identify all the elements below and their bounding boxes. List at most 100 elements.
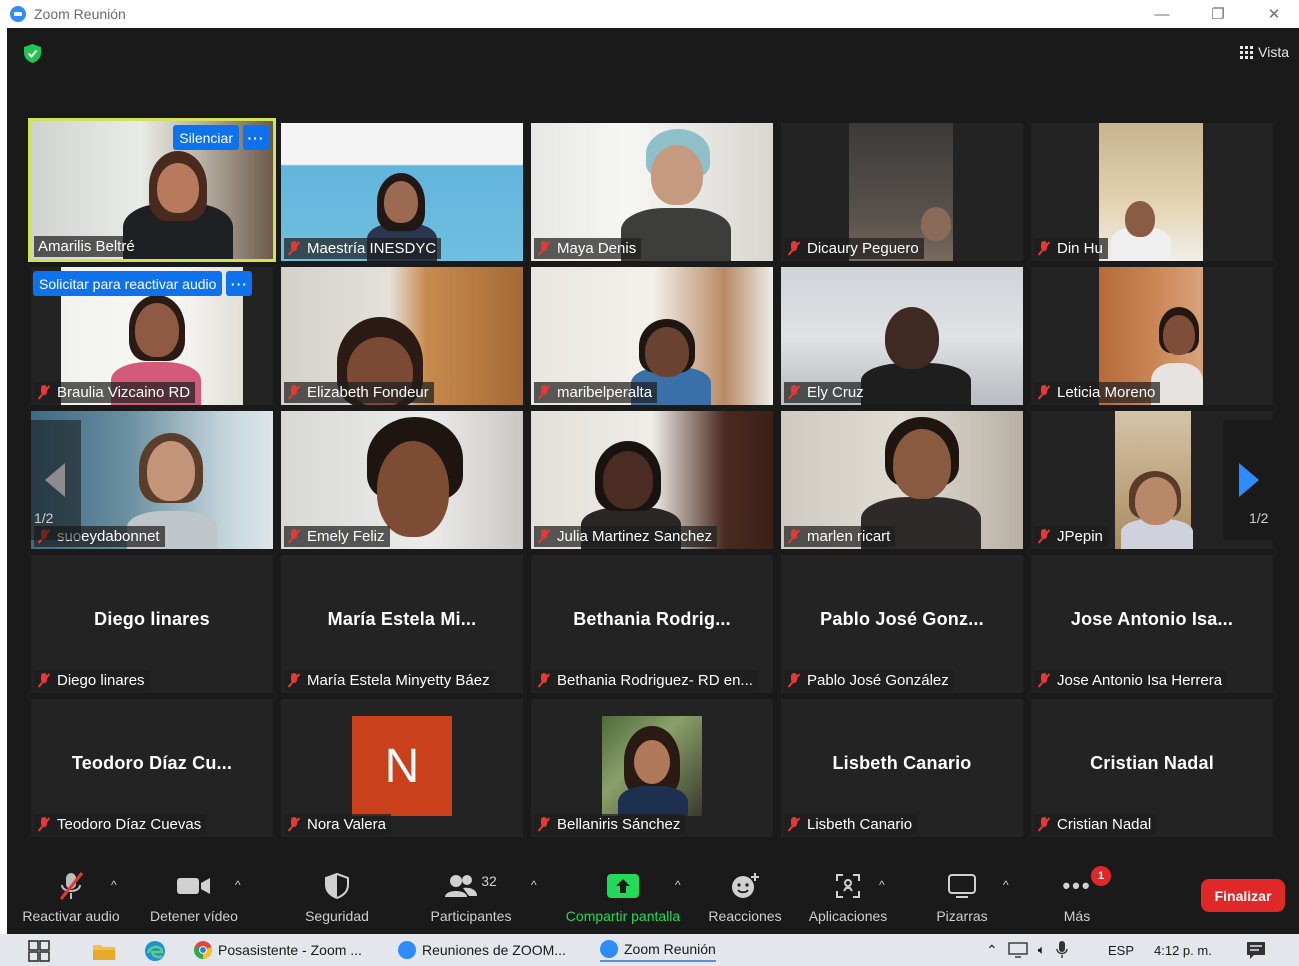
mic-muted-icon <box>788 529 801 544</box>
name-only-tile[interactable]: Diego linares Diego linares <box>31 555 273 693</box>
mic-muted-icon <box>788 673 801 688</box>
participant-more-button[interactable]: ··· <box>243 125 269 150</box>
video-tile[interactable]: Emely Feliz <box>281 411 523 549</box>
share-screen-icon <box>607 874 639 898</box>
minimize-button[interactable]: — <box>1151 6 1173 23</box>
participant-name-tag: Ely Cruz <box>784 382 869 403</box>
speaker-icon[interactable]: 🔈︎ <box>1038 942 1046 958</box>
mic-muted-icon <box>538 241 551 256</box>
chevron-right-icon <box>1239 463 1259 497</box>
start-menu-icon[interactable] <box>28 940 50 962</box>
edge-browser-icon[interactable] <box>144 940 166 962</box>
maximize-button[interactable]: ❐ <box>1207 5 1229 23</box>
name-only-tile[interactable]: Jose Antonio Isa... Jose Antonio Isa Her… <box>1031 555 1273 693</box>
stop-video-button[interactable]: Detener vídeo <box>143 870 245 924</box>
apps-icon <box>836 874 860 898</box>
name-only-tile[interactable]: Bethania Rodrig... Bethania Rodriguez- R… <box>531 555 773 693</box>
participant-name-tag: Nora Valera <box>284 814 391 835</box>
reactions-label: Reacciones <box>708 908 782 924</box>
chrome-icon <box>194 941 212 959</box>
mute-participant-button[interactable]: Silenciar <box>173 125 239 150</box>
participant-name-tag: Pablo José González <box>784 670 954 691</box>
video-tile[interactable]: Din Hu <box>1031 123 1273 261</box>
video-tile[interactable]: Ely Cruz <box>781 267 1023 405</box>
name-only-tile[interactable]: Teodoro Díaz Cu... Teodoro Díaz Cuevas <box>31 699 273 837</box>
name-only-tile[interactable]: Pablo José Gonz... Pablo José González <box>781 555 1023 693</box>
video-tile[interactable]: Solicitar para reactivar audio ··· Braul… <box>31 267 273 405</box>
participant-name-tag: Julia Martinez Sanchez <box>534 526 718 547</box>
video-tile[interactable]: Dicaury Peguero <box>781 123 1023 261</box>
avatar-tile[interactable]: Bellaniris Sánchez <box>531 699 773 837</box>
view-button[interactable]: Vista <box>1240 44 1289 60</box>
whiteboard-icon <box>948 874 976 898</box>
participant-display-name: Bethania Rodrig... <box>573 609 731 629</box>
video-tile[interactable]: Leticia Moreno <box>1031 267 1273 405</box>
participant-display-name: Diego linares <box>94 609 210 629</box>
more-dots-icon: ••• <box>1062 873 1092 898</box>
mic-muted-icon <box>538 529 551 544</box>
participants-icon <box>445 875 478 897</box>
participants-button[interactable]: 32 Participantes <box>421 870 521 924</box>
chevron-up-icon[interactable]: ⌃ <box>986 942 998 959</box>
microphone-icon[interactable] <box>1055 941 1068 959</box>
participant-name-tag: Maya Denis <box>534 238 642 259</box>
avatar-tile[interactable]: N Nora Valera <box>281 699 523 837</box>
reactions-button[interactable]: Reacciones <box>703 870 787 924</box>
zoom-icon <box>398 941 416 959</box>
input-language[interactable]: ESP <box>1108 938 1134 962</box>
taskbar-item-zoom-reunion[interactable]: Zoom Reunión <box>600 938 716 962</box>
participant-name-tag: María Estela Minyetty Báez <box>284 670 495 691</box>
system-clock[interactable]: 4:12 p. m. <box>1154 938 1212 962</box>
participants-label: Participantes <box>430 908 512 924</box>
participant-display-name: Pablo José Gonz... <box>820 609 984 629</box>
avatar <box>602 716 702 816</box>
video-tile[interactable]: Maya Denis <box>531 123 773 261</box>
close-button[interactable]: ✕ <box>1263 5 1285 23</box>
participant-name-tag: Lisbeth Canario <box>784 814 918 835</box>
mic-muted-icon <box>288 673 301 688</box>
video-tile[interactable]: marlen ricart <box>781 411 1023 549</box>
video-options-caret[interactable]: ^ <box>235 878 241 892</box>
mic-muted-icon <box>538 385 551 400</box>
whiteboards-options-caret[interactable]: ^ <box>1003 878 1009 892</box>
end-meeting-button[interactable]: Finalizar <box>1201 879 1285 912</box>
share-screen-button[interactable]: Compartir pantalla <box>559 870 687 924</box>
speaker-hover-buttons: Silenciar ··· <box>173 125 269 150</box>
taskbar-item-chrome[interactable]: Posasistente - Zoom ... <box>194 938 362 962</box>
apps-options-caret[interactable]: ^ <box>879 878 885 892</box>
name-only-tile[interactable]: Lisbeth Canario Lisbeth Canario <box>781 699 1023 837</box>
mic-muted-icon <box>59 872 84 900</box>
taskbar-item-zoom-meetings[interactable]: Reuniones de ZOOM... <box>398 938 566 962</box>
name-only-tile[interactable]: María Estela Mi... María Estela Minyetty… <box>281 555 523 693</box>
apps-label: Aplicaciones <box>808 908 888 924</box>
audio-options-caret[interactable]: ^ <box>111 878 117 892</box>
video-tile[interactable]: maribelperalta <box>531 267 773 405</box>
participant-name-tag: Bellaniris Sánchez <box>534 814 686 835</box>
video-tile[interactable]: Julia Martinez Sanchez <box>531 411 773 549</box>
video-tile[interactable]: Maestría INESDYC <box>281 123 523 261</box>
participant-name-tag: Din Hu <box>1034 238 1108 259</box>
mic-muted-icon <box>288 817 301 832</box>
os-taskbar: Posasistente - Zoom ... Reuniones de ZOO… <box>0 934 1299 966</box>
unmute-button[interactable]: Reactivar audio <box>19 870 123 924</box>
participants-options-caret[interactable]: ^ <box>531 878 537 892</box>
avatar-initial: N <box>352 716 452 816</box>
security-shield-icon[interactable] <box>24 44 41 63</box>
mic-muted-icon <box>288 241 301 256</box>
video-tile[interactable]: Silenciar ··· Amarilis Beltré <box>28 118 276 262</box>
whiteboards-button[interactable]: Pizarras <box>923 870 1001 924</box>
network-icon[interactable] <box>1008 942 1028 958</box>
participant-more-button[interactable]: ··· <box>226 271 253 296</box>
name-only-tile[interactable]: Cristian Nadal Cristian Nadal <box>1031 699 1273 837</box>
security-button[interactable]: Seguridad <box>297 870 377 924</box>
notifications-icon[interactable] <box>1246 941 1266 961</box>
shield-icon <box>325 873 349 899</box>
ask-to-unmute-button[interactable]: Solicitar para reactivar audio <box>33 271 223 296</box>
meeting-area: Vista Silenciar ··· Amarilis Beltré Maes… <box>7 28 1299 934</box>
file-explorer-icon[interactable] <box>92 941 116 961</box>
mic-muted-icon <box>1038 673 1051 688</box>
video-tile[interactable]: Elizabeth Fondeur <box>281 267 523 405</box>
mic-muted-icon <box>1038 241 1051 256</box>
participant-name-tag: Leticia Moreno <box>1034 382 1161 403</box>
share-options-caret[interactable]: ^ <box>675 878 681 892</box>
